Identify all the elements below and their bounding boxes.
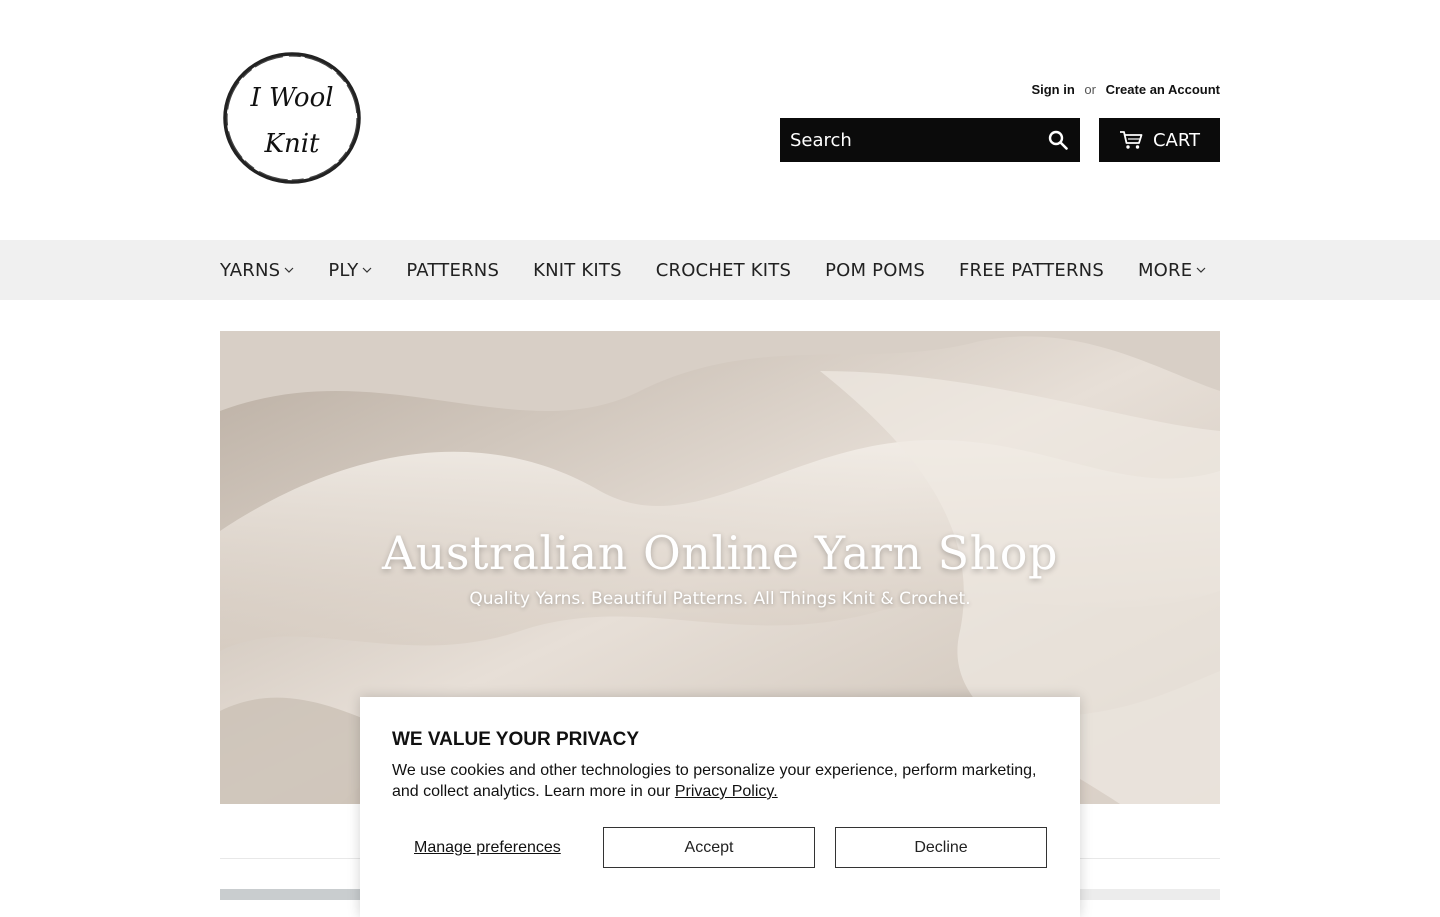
main-nav: YARNS PLY PATTERNS KNIT KITS CROCHET KIT… <box>0 240 1440 300</box>
account-links: Sign in or Create an Account <box>1031 82 1220 97</box>
search-icon <box>1048 130 1068 150</box>
hero-title: Australian Online Yarn Shop <box>382 526 1058 580</box>
account-or-text: or <box>1084 82 1096 97</box>
nav-item-patterns[interactable]: PATTERNS <box>406 260 499 281</box>
cookie-title: WE VALUE YOUR PRIVACY <box>392 729 640 750</box>
nav-item-label: YARNS <box>220 259 281 281</box>
logo-circle-icon: I Wool Knit <box>223 52 361 184</box>
nav-item-label: PATTERNS <box>406 259 500 281</box>
privacy-policy-link[interactable]: Privacy Policy. <box>675 783 778 800</box>
nav-item-label: POM POMS <box>825 259 925 281</box>
cart-button[interactable]: CART <box>1099 118 1220 162</box>
logo-text-line2: Knit <box>264 129 320 159</box>
search-button[interactable] <box>1046 128 1070 152</box>
nav-item-ply[interactable]: PLY <box>328 260 372 281</box>
cookie-description: We use cookies and other technologies to… <box>392 760 1048 802</box>
site-header: I Wool Knit Sign in or Create an Account… <box>0 0 1440 240</box>
cookie-actions: Manage preferences Accept Decline <box>392 827 1048 868</box>
accept-button[interactable]: Accept <box>603 827 815 868</box>
nav-item-label: KNIT KITS <box>533 259 622 281</box>
site-logo[interactable]: I Wool Knit <box>222 50 362 186</box>
cart-label: CART <box>1152 129 1201 151</box>
chevron-down-icon <box>1196 267 1206 273</box>
create-account-link[interactable]: Create an Account <box>1106 82 1220 97</box>
nav-item-crochet-kits[interactable]: CROCHET KITS <box>656 260 791 281</box>
decline-button[interactable]: Decline <box>835 827 1047 868</box>
chevron-down-icon <box>362 267 372 273</box>
manage-preferences-link[interactable]: Manage preferences <box>414 827 561 868</box>
chevron-down-icon <box>284 267 294 273</box>
nav-item-yarns[interactable]: YARNS <box>220 260 294 281</box>
product-thumbnail[interactable] <box>1080 889 1220 900</box>
cart-icon <box>1119 131 1143 149</box>
search-bar <box>780 118 1080 162</box>
cookie-consent-dialog: WE VALUE YOUR PRIVACY We use cookies and… <box>360 697 1080 917</box>
nav-item-free-patterns[interactable]: FREE PATTERNS <box>959 260 1104 281</box>
search-input[interactable] <box>780 118 1030 162</box>
nav-item-label: PLY <box>328 259 359 281</box>
nav-item-label: CROCHET KITS <box>655 259 792 281</box>
nav-item-knit-kits[interactable]: KNIT KITS <box>533 260 622 281</box>
logo-text-line1: I Wool <box>249 83 333 113</box>
sign-in-link[interactable]: Sign in <box>1031 82 1074 97</box>
nav-item-label: FREE PATTERNS <box>958 259 1104 281</box>
hero-subtitle: Quality Yarns. Beautiful Patterns. All T… <box>469 589 971 609</box>
product-thumbnail[interactable] <box>220 889 360 900</box>
nav-item-label: MORE <box>1137 259 1193 281</box>
nav-item-more[interactable]: MORE <box>1138 260 1206 281</box>
nav-item-pom-poms[interactable]: POM POMS <box>825 260 925 281</box>
